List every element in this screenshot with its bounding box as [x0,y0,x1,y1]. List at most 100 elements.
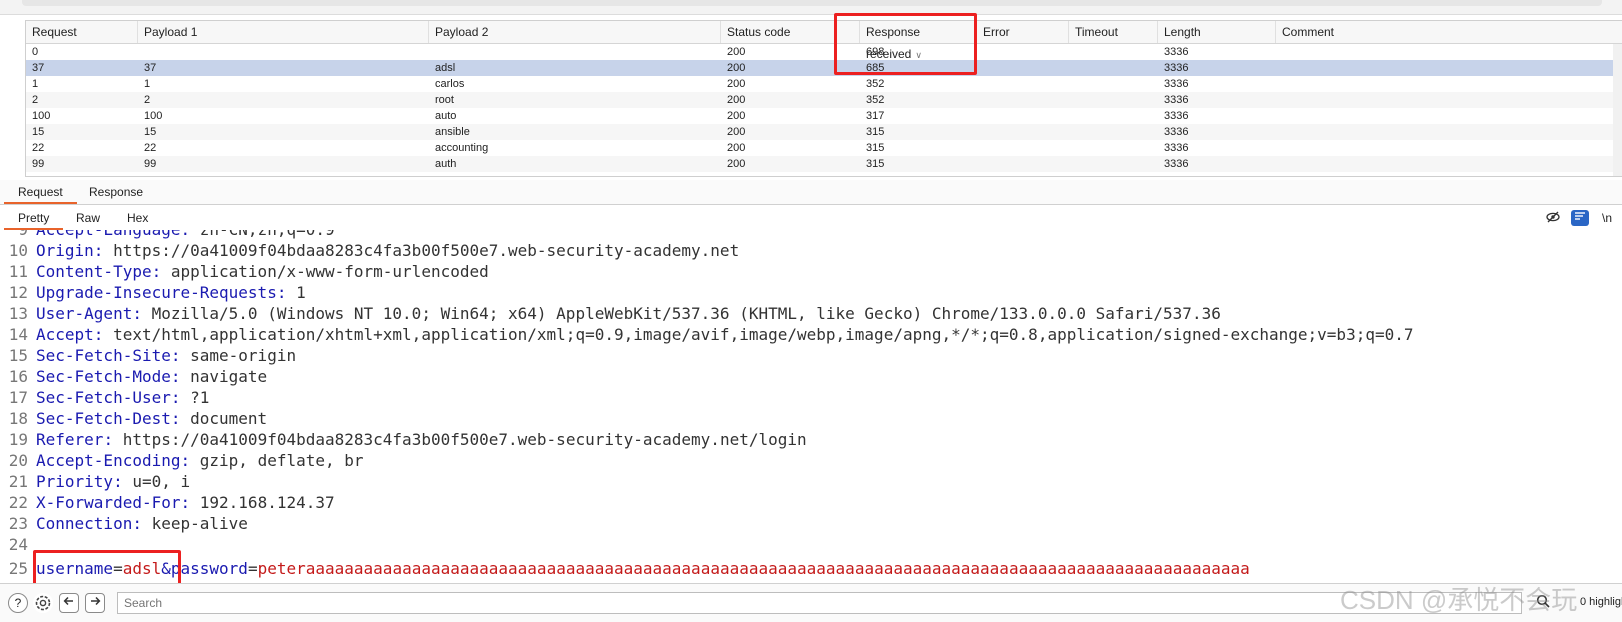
cell-payload1: 1 [144,78,151,90]
cell-payload1: 22 [144,142,157,154]
table-row[interactable]: 1 1 carlos 200 352 3336 [26,76,1622,92]
cell-status: 200 [727,62,746,74]
cell-error [977,108,1069,124]
header-key: Priority [36,472,114,491]
cell-payload2: auto [435,110,457,122]
column-header-status-code[interactable]: Status code [721,21,860,43]
param-password-key: &password [161,559,248,578]
cell-response-received: 315 [866,142,885,154]
editor-line: 18 Sec-Fetch-Dest: document [0,408,267,429]
cell-request: 100 [32,110,51,122]
editor-line: 13 User-Agent: Mozilla/5.0 (Windows NT 10… [0,303,1221,324]
header-value: same-origin [190,346,297,365]
cell-response-received: 317 [866,110,885,122]
cell-error [977,60,1069,76]
line-number: 11 [8,262,28,281]
column-header-comment[interactable]: Comment [1276,21,1622,43]
cell-comment [1276,108,1613,124]
editor-line: 14 Accept: text/html,application/xhtml+xm… [0,324,1414,345]
column-header-response-received[interactable]: Response received ∨ [860,21,977,61]
cell-length: 3336 [1164,78,1189,90]
table-row[interactable]: 37 37 adsl 200 685 3336 [26,60,1622,76]
editor-line: 9Accept-Language: zh-CN,zh;q=0.9 [0,230,335,240]
request-body-line: 25 username=adsl&password=peteraaaaaaaaaa… [0,558,1250,579]
results-table: Request Payload 1 Payload 2 Status code … [25,20,1622,177]
column-header-error[interactable]: Error [977,21,1069,43]
header-value: zh-CN,zh;q=0.9 [200,230,335,239]
table-row[interactable]: 2 2 root 200 352 3336 [26,92,1622,108]
cell-payload1 [138,44,429,60]
settings-button[interactable] [33,593,53,613]
line-number: 25 [8,559,28,578]
tab-raw[interactable]: Raw [62,206,114,230]
cell-payload1: 15 [144,126,157,138]
column-header-request[interactable]: Request [26,21,138,43]
table-row[interactable]: 0 200 698 3336 [26,44,1622,60]
line-number: 17 [8,388,28,407]
word-wrap-toggle[interactable] [1571,210,1589,226]
cell-comment [1276,140,1613,156]
highlight-count: 0 highlights [1580,596,1622,608]
header-key: Sec-Fetch-Mode [36,367,171,386]
search-input[interactable] [117,592,1522,614]
line-number: 24 [8,535,28,554]
line-number: 18 [8,409,28,428]
cell-length: 3336 [1164,158,1189,170]
line-number: 14 [8,325,28,344]
cell-length: 3336 [1164,110,1189,122]
param-username-value: adsl [122,559,162,578]
header-key: Sec-Fetch-Site [36,346,171,365]
show-newlines-toggle[interactable]: \n [1598,210,1616,226]
line-number: 15 [8,346,28,365]
cell-request: 99 [32,158,45,170]
help-button[interactable]: ? [8,593,28,613]
hide-nonprintable-icon[interactable] [1544,210,1562,226]
column-header-payload-1[interactable]: Payload 1 [138,21,429,43]
eye-slash-icon [1546,211,1560,223]
cell-error [977,92,1069,108]
cell-comment [1276,44,1613,60]
cell-status: 200 [727,158,746,170]
tab-request[interactable]: Request [4,180,77,204]
cell-payload1: 100 [144,110,163,122]
column-header-payload-2[interactable]: Payload 2 [429,21,721,43]
table-row[interactable]: 15 15 ansible 200 315 3336 [26,124,1622,140]
cell-timeout [1069,44,1158,60]
gear-icon [35,595,51,611]
header-key: Content-Type [36,262,152,281]
column-header-timeout[interactable]: Timeout [1069,21,1158,43]
cell-status: 200 [727,110,746,122]
cell-length: 3336 [1164,62,1189,74]
table-scrollbar[interactable] [1613,44,1622,176]
editor-line: 12 Upgrade-Insecure-Requests: 1 [0,282,306,303]
tab-response[interactable]: Response [75,180,157,204]
view-filter-bar[interactable] [22,0,1602,6]
next-match-button[interactable] [85,593,105,613]
tab-pretty[interactable]: Pretty [4,206,64,230]
line-number: 16 [8,367,28,386]
table-row[interactable]: 99 99 auth 200 315 3336 [26,156,1622,172]
table-row[interactable]: 100 100 auto 200 317 3336 [26,108,1622,124]
cell-comment [1276,92,1613,108]
cell-payload2: carlos [435,78,465,90]
line-number: 23 [8,514,28,533]
table-row[interactable]: 22 22 accounting 200 315 3336 [26,140,1622,156]
column-header-length[interactable]: Length [1158,21,1276,43]
cell-timeout [1069,76,1158,92]
cell-payload2: adsl [435,62,456,74]
cell-request: 37 [32,62,45,74]
previous-match-button[interactable] [59,593,79,613]
cell-response-received: 352 [866,78,885,90]
request-editor[interactable]: 9Accept-Language: zh-CN,zh;q=0.9 10 Origi… [0,230,1622,582]
line-number: 20 [8,451,28,470]
tab-hex[interactable]: Hex [113,206,162,230]
cell-timeout [1069,124,1158,140]
cell-request: 1 [32,78,39,90]
cell-payload2: root [435,94,454,106]
editor-line: 22 X-Forwarded-For: 192.168.124.37 [0,492,335,513]
cell-request: 0 [32,46,39,58]
cell-length: 3336 [1164,94,1189,106]
watermark: CSDN @承悦不会玩 [1340,585,1578,615]
cell-error [977,156,1069,172]
editor-line: 21 Priority: u=0, i [0,471,190,492]
